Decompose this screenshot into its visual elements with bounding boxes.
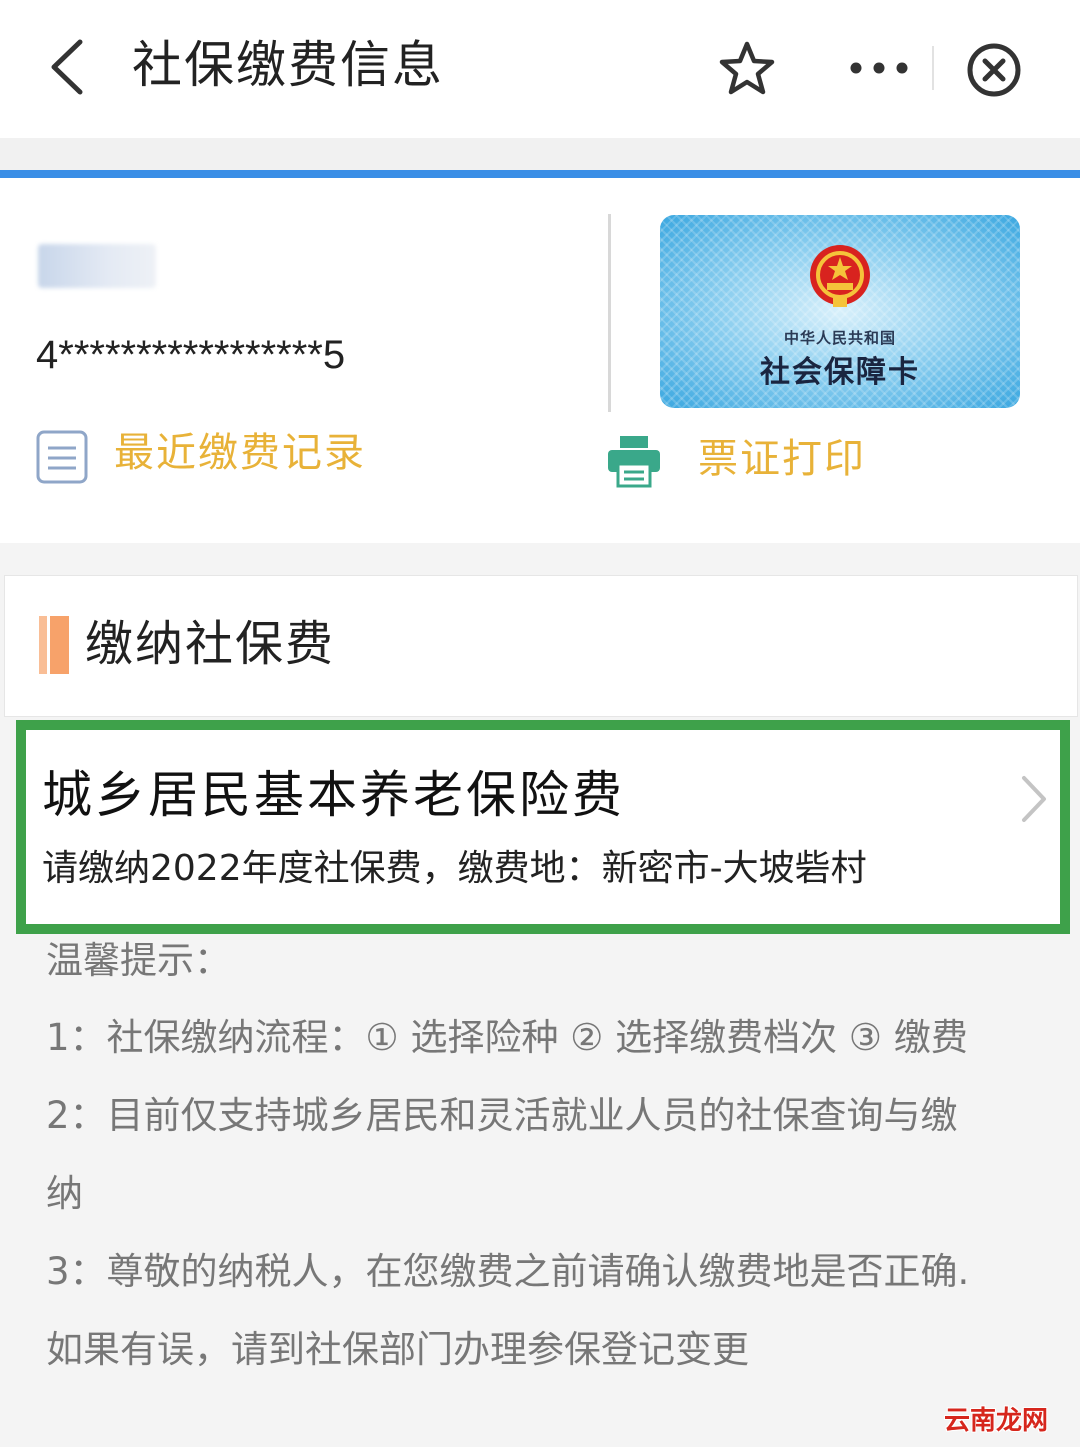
tip-line: 1：社保缴纳流程：① 选择险种 ② 选择缴费档次 ③ 缴费 [46,1016,968,1059]
tip-line: 如果有误，请到社保部门办理参保登记变更 [46,1328,749,1371]
insurance-subtitle: 请缴纳2022年度社保费，缴费地：新密市-大坡砦村 [42,848,867,889]
section-marker [39,616,69,674]
watermark: 云南龙网 [944,1406,1049,1436]
tip-line: 2：目前仅支持城乡居民和灵活就业人员的社保查询与缴 [46,1094,958,1137]
page-title: 社保缴费信息 [132,36,444,94]
back-icon [51,39,83,95]
more-button[interactable] [844,40,914,96]
favorite-button[interactable] [716,38,778,100]
star-icon [719,41,775,95]
tips-heading: 温馨提示： [46,939,231,982]
print-label: 票证打印 [698,436,866,482]
insurance-title: 城乡居民基本养老保险费 [42,766,625,824]
back-button[interactable] [40,34,100,100]
social-security-card-image[interactable]: 中华人民共和国 社会保障卡 [660,215,1020,408]
profile-divider [608,214,611,412]
app-header: 社保缴费信息 [0,0,1080,138]
pay-section-header: 缴纳社保费 [4,575,1078,717]
more-icon [850,62,908,74]
tip-line: 纳 [46,1172,83,1215]
recent-records-button[interactable]: 最近缴费记录 [36,428,396,488]
close-button[interactable] [964,40,1024,100]
close-circle-icon [967,43,1021,97]
printer-icon [608,436,660,488]
chevron-right-icon [1022,776,1046,822]
recent-records-label: 最近缴费记录 [114,430,366,476]
header-divider [932,46,934,90]
header-separator [0,138,1080,170]
card-subtitle: 中华人民共和国 [783,329,896,347]
document-list-icon [36,430,88,484]
card-title: 社会保障卡 [760,355,920,390]
profile-card: 4*****************5 中华人民共和国 社会保障卡 最近缴费记录 [0,178,1080,543]
accent-line [0,170,1080,178]
insurance-item[interactable]: 城乡居民基本养老保险费 请缴纳2022年度社保费，缴费地：新密市-大坡砦村 [16,720,1070,934]
section-title: 缴纳社保费 [85,616,336,672]
national-emblem-icon [810,245,870,307]
masked-name [38,244,156,288]
print-receipt-button[interactable]: 票证打印 [606,434,906,494]
tip-line: 3：尊敬的纳税人，在您缴费之前请确认缴费地是否正确. [46,1250,970,1293]
id-number: 4*****************5 [36,333,346,377]
